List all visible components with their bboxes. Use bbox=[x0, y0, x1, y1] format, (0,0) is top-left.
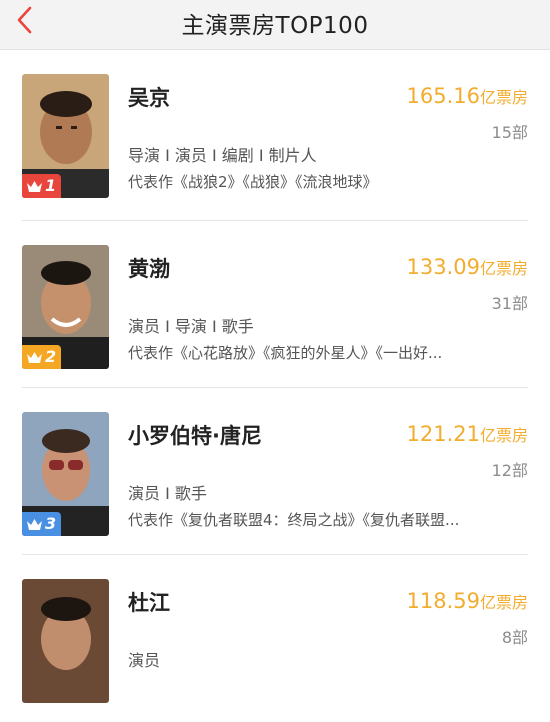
top-bar: 主演票房TOP100 bbox=[0, 0, 550, 50]
rank-number: 3 bbox=[45, 514, 57, 533]
representative-works: 代表作《心花路放》《疯狂的外星人》《一出好... bbox=[128, 344, 443, 362]
avatar: 2 bbox=[22, 245, 109, 369]
actor-roles: 演员 I 导演 I 歌手 bbox=[128, 317, 254, 336]
avatar: 1 bbox=[22, 74, 109, 198]
actor-roles: 演员 bbox=[128, 651, 161, 670]
box-office-value: 165.16 bbox=[406, 84, 480, 108]
representative-works: 代表作《复仇者联盟4：终局之战》《复仇者联盟... bbox=[128, 511, 460, 529]
avatar bbox=[22, 579, 109, 703]
crown-icon bbox=[27, 181, 42, 192]
box-office-unit: 亿票房 bbox=[479, 593, 528, 612]
representative-works: 代表作《战狼2》《战狼》《流浪地球》 bbox=[128, 173, 378, 191]
film-count: 15部 bbox=[491, 123, 528, 142]
box-office: 133.09亿票房 bbox=[407, 255, 529, 279]
box-office-value: 121.21 bbox=[406, 422, 480, 446]
rank-badge: 2 bbox=[22, 345, 62, 369]
box-office-value: 133.09 bbox=[406, 255, 480, 279]
rank-number: 2 bbox=[45, 347, 57, 366]
avatar: 3 bbox=[22, 412, 109, 536]
film-count: 12部 bbox=[491, 461, 528, 480]
list-item[interactable]: 2 黄渤 133.09亿票房 31部 演员 I 导演 I 歌手 代表作《心花路放… bbox=[22, 221, 528, 388]
box-office-value: 118.59 bbox=[406, 589, 480, 613]
box-office-unit: 亿票房 bbox=[479, 88, 528, 107]
page-title: 主演票房TOP100 bbox=[181, 13, 369, 39]
actor-roles: 导演 I 演员 I 编剧 I 制片人 bbox=[128, 146, 317, 165]
rank-badge: 1 bbox=[22, 174, 62, 198]
crown-icon bbox=[27, 352, 42, 363]
box-office: 118.59亿票房 bbox=[407, 589, 529, 613]
actor-roles: 演员 I 歌手 bbox=[128, 484, 207, 503]
box-office: 121.21亿票房 bbox=[407, 422, 529, 446]
film-count: 31部 bbox=[491, 294, 528, 313]
box-office-unit: 亿票房 bbox=[479, 259, 528, 278]
rank-badge: 3 bbox=[22, 512, 62, 536]
list-item[interactable]: 1 吴京 165.16亿票房 15部 导演 I 演员 I 编剧 I 制片人 代表… bbox=[22, 50, 528, 221]
box-office: 165.16亿票房 bbox=[407, 84, 529, 108]
rank-number: 1 bbox=[45, 176, 57, 195]
list-item[interactable]: 杜江 118.59亿票房 8部 演员 bbox=[22, 555, 528, 722]
film-count: 8部 bbox=[501, 628, 528, 647]
box-office-unit: 亿票房 bbox=[479, 426, 528, 445]
actor-name: 杜江 bbox=[128, 591, 170, 615]
actor-list: 1 吴京 165.16亿票房 15部 导演 I 演员 I 编剧 I 制片人 代表… bbox=[0, 50, 550, 722]
actor-name: 吴京 bbox=[128, 86, 170, 110]
list-item[interactable]: 3 小罗伯特·唐尼 121.21亿票房 12部 演员 I 歌手 代表作《复仇者联… bbox=[22, 388, 528, 555]
actor-name: 黄渤 bbox=[128, 257, 170, 281]
crown-icon bbox=[27, 519, 42, 530]
actor-name: 小罗伯特·唐尼 bbox=[128, 424, 262, 448]
